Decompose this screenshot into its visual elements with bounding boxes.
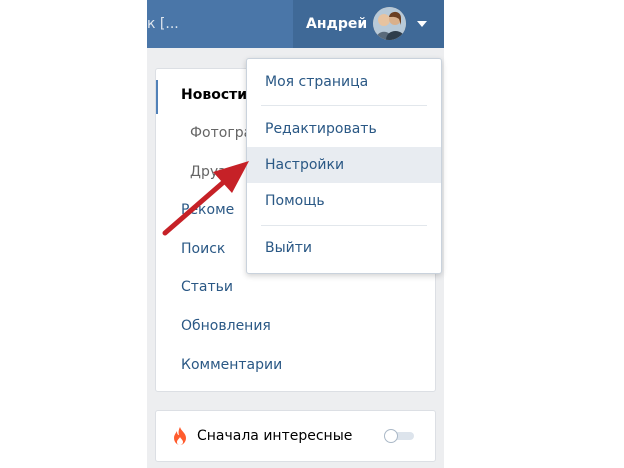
menu-item-logout[interactable]: Выйти xyxy=(247,230,441,266)
search-field-fragment[interactable]: к [... xyxy=(147,16,179,32)
menu-item-my-page[interactable]: Моя страница xyxy=(247,64,441,100)
nav-item-friends[interactable]: Друзья xyxy=(190,164,242,180)
user-dropdown-menu: Моя страница Редактировать Настройки Пом… xyxy=(246,58,442,274)
nav-item-news[interactable]: Новости xyxy=(181,87,247,103)
menu-item-label: Помощь xyxy=(265,193,325,209)
interesting-first-label: Сначала интересные xyxy=(197,428,353,444)
top-bar: к [... Андрей xyxy=(147,0,444,48)
nav-item-comments[interactable]: Комментарии xyxy=(181,357,282,373)
menu-divider xyxy=(261,225,427,226)
menu-divider xyxy=(261,105,427,106)
feed-settings-card: Сначала интересные xyxy=(155,410,436,462)
menu-item-label: Настройки xyxy=(265,157,345,173)
menu-item-label: Моя страница xyxy=(265,74,369,90)
menu-item-edit[interactable]: Редактировать xyxy=(247,111,441,147)
chevron-down-icon xyxy=(417,21,427,27)
menu-item-help[interactable]: Помощь xyxy=(247,183,441,219)
user-menu-toggle[interactable]: Андрей xyxy=(293,0,444,48)
user-name: Андрей xyxy=(306,16,368,32)
nav-item-articles[interactable]: Статьи xyxy=(181,279,233,295)
nav-item-updates[interactable]: Обновления xyxy=(181,318,271,334)
nav-item-recommendations[interactable]: Рекоме xyxy=(181,202,234,218)
interesting-first-toggle[interactable] xyxy=(384,429,414,443)
flame-icon xyxy=(173,427,187,445)
avatar xyxy=(373,7,406,40)
menu-item-label: Выйти xyxy=(265,240,313,256)
nav-item-search[interactable]: Поиск xyxy=(181,241,225,257)
menu-item-settings[interactable]: Настройки xyxy=(247,147,441,183)
toggle-knob xyxy=(384,429,398,443)
nav-item-photos[interactable]: Фотогра xyxy=(190,125,252,141)
menu-item-label: Редактировать xyxy=(265,121,377,137)
active-indicator xyxy=(156,80,158,114)
